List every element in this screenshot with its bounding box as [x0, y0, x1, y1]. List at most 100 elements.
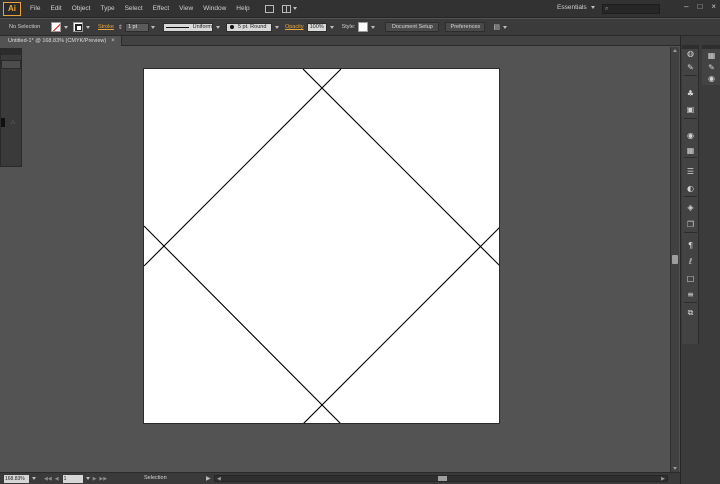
stepper-icon[interactable]: ⇕	[118, 24, 123, 31]
last-artboard-icon[interactable]: ▶▶	[99, 476, 107, 482]
workspace-label: Essentials	[557, 4, 587, 11]
dock-grip[interactable]	[702, 45, 720, 49]
stroke-link[interactable]: Stroke	[98, 24, 114, 30]
canvas-area[interactable]	[0, 47, 670, 472]
dock-divider	[684, 157, 697, 158]
pathfinder-icon[interactable]: ⧉	[685, 308, 696, 318]
diagonal-line[interactable]	[144, 69, 342, 267]
color-guide-icon[interactable]: ◍	[685, 49, 696, 59]
chevron-down-icon[interactable]	[502, 25, 507, 29]
close-icon[interactable]: ×	[711, 2, 716, 11]
bridge-icon[interactable]	[264, 4, 274, 13]
artwork	[144, 69, 500, 424]
stroke-profile-label: Uniform	[192, 24, 212, 30]
chevron-down-icon[interactable]	[371, 25, 376, 29]
menu-view[interactable]: View	[174, 5, 198, 12]
dock-divider	[684, 232, 697, 233]
workspace-switcher[interactable]: Essentials	[557, 4, 595, 11]
diagonal-line[interactable]	[302, 69, 500, 267]
chevron-down-icon[interactable]	[215, 25, 220, 29]
stroke-profile-dropdown[interactable]: Uniform	[162, 22, 213, 32]
preferences-button[interactable]: Preferences	[445, 22, 486, 32]
appearance-icon[interactable]: ◐	[685, 184, 696, 194]
paragraph-icon[interactable]: ¶	[685, 241, 696, 251]
vertical-scrollbar[interactable]	[670, 47, 679, 472]
close-icon[interactable]: ×	[111, 38, 115, 44]
minimize-icon[interactable]: –	[684, 2, 688, 11]
chevron-down-icon[interactable]	[329, 25, 334, 29]
window-controls: – □ ×	[684, 2, 716, 11]
document-setup-button[interactable]: Document Setup	[385, 22, 440, 32]
app-logo: Ai	[3, 1, 21, 16]
menu-file[interactable]: File	[25, 5, 45, 12]
scroll-up-icon[interactable]	[673, 49, 677, 52]
horizontal-scrollbar[interactable]: ◀ ▶	[214, 475, 668, 482]
menu-icons	[264, 4, 297, 13]
menu-effect[interactable]: Effect	[148, 5, 175, 12]
transform-icon[interactable]: □	[685, 274, 696, 284]
symbols-icon[interactable]: ♣	[685, 89, 696, 99]
transparency-icon[interactable]: ◉	[706, 74, 717, 84]
dock-divider	[684, 302, 697, 303]
menu-edit[interactable]: Edit	[45, 5, 66, 12]
chevron-down-icon[interactable]	[64, 25, 68, 29]
menu-type[interactable]: Type	[95, 5, 119, 12]
first-artboard-icon[interactable]: ◀◀	[44, 476, 52, 482]
chevron-down-icon[interactable]	[32, 477, 36, 480]
previous-artboard-icon[interactable]: ◀	[55, 476, 59, 482]
chevron-down-icon[interactable]	[86, 25, 90, 29]
graphic-style-swatch[interactable]	[358, 22, 369, 32]
menu-help[interactable]: Help	[231, 5, 254, 12]
fill-swatch[interactable]	[51, 22, 61, 32]
menu-window[interactable]: Window	[198, 5, 231, 12]
search-input[interactable]: ⌕	[602, 4, 660, 14]
stroke-weight-field[interactable]: 1 pt	[124, 22, 149, 32]
align-icon[interactable]: ≡	[685, 290, 696, 300]
menu-object[interactable]: Object	[67, 5, 96, 12]
next-artboard-icon[interactable]: ▶	[93, 476, 97, 482]
color-icon[interactable]: ◉	[685, 131, 696, 141]
chevron-down-icon	[590, 6, 595, 9]
scroll-right-icon[interactable]: ▶	[661, 476, 665, 482]
artboard-number-field[interactable]: 1	[62, 474, 83, 483]
opentype-icon[interactable]: ℓ	[685, 257, 696, 267]
scroll-thumb[interactable]	[672, 255, 678, 264]
color-chip[interactable]	[1, 118, 5, 127]
artboards-icon[interactable]: ❐	[685, 220, 696, 230]
arrange-documents-button[interactable]	[281, 4, 297, 13]
brushes-icon[interactable]: ✎	[685, 63, 696, 73]
search-icon: ⌕	[605, 5, 609, 12]
scroll-thumb[interactable]	[438, 476, 447, 481]
opacity-field[interactable]: 100%	[306, 22, 327, 32]
opacity-link[interactable]: Opacity	[285, 24, 304, 30]
graphic-styles-icon[interactable]: ▣	[685, 105, 696, 115]
layers-icon[interactable]: ◈	[685, 203, 696, 213]
menu-bar: Ai File Edit Object Type Select Effect V…	[0, 0, 720, 18]
maximize-icon[interactable]: □	[697, 2, 702, 11]
chevron-down-icon[interactable]	[150, 25, 155, 29]
diagonal-line[interactable]	[144, 225, 342, 424]
document-tab[interactable]: Untitled-1* @ 168.83% (CMYK/Preview) ×	[0, 36, 122, 46]
status-menu-icon[interactable]: ▶	[206, 475, 211, 482]
chevron-down-icon[interactable]	[274, 25, 279, 29]
info-icon[interactable]: ▦	[706, 51, 717, 61]
diagonal-line[interactable]	[302, 226, 500, 424]
panel-option-icon[interactable]: ∴	[11, 119, 15, 126]
navigator-icon[interactable]: ✎	[706, 63, 717, 73]
panel-grip[interactable]	[1, 49, 21, 55]
artboard[interactable]	[143, 68, 500, 424]
panel-field[interactable]	[1, 60, 21, 69]
stroke-swatch[interactable]	[73, 22, 83, 32]
chevron-down-icon[interactable]	[85, 477, 90, 480]
scroll-down-icon[interactable]	[673, 467, 677, 470]
stroke-icon[interactable]: ☰	[685, 167, 696, 177]
arrange-icon[interactable]: ▤	[493, 23, 500, 31]
swatches-icon[interactable]: ▦	[685, 146, 696, 156]
zoom-field[interactable]: 168.83%	[4, 474, 29, 483]
dock-divider	[684, 196, 697, 197]
scroll-left-icon[interactable]: ◀	[217, 476, 221, 482]
brush-dot-icon	[229, 25, 234, 29]
menu-select[interactable]: Select	[120, 5, 148, 12]
dock-divider	[684, 75, 697, 76]
brush-dropdown[interactable]: 5 pt. Round	[225, 22, 272, 32]
